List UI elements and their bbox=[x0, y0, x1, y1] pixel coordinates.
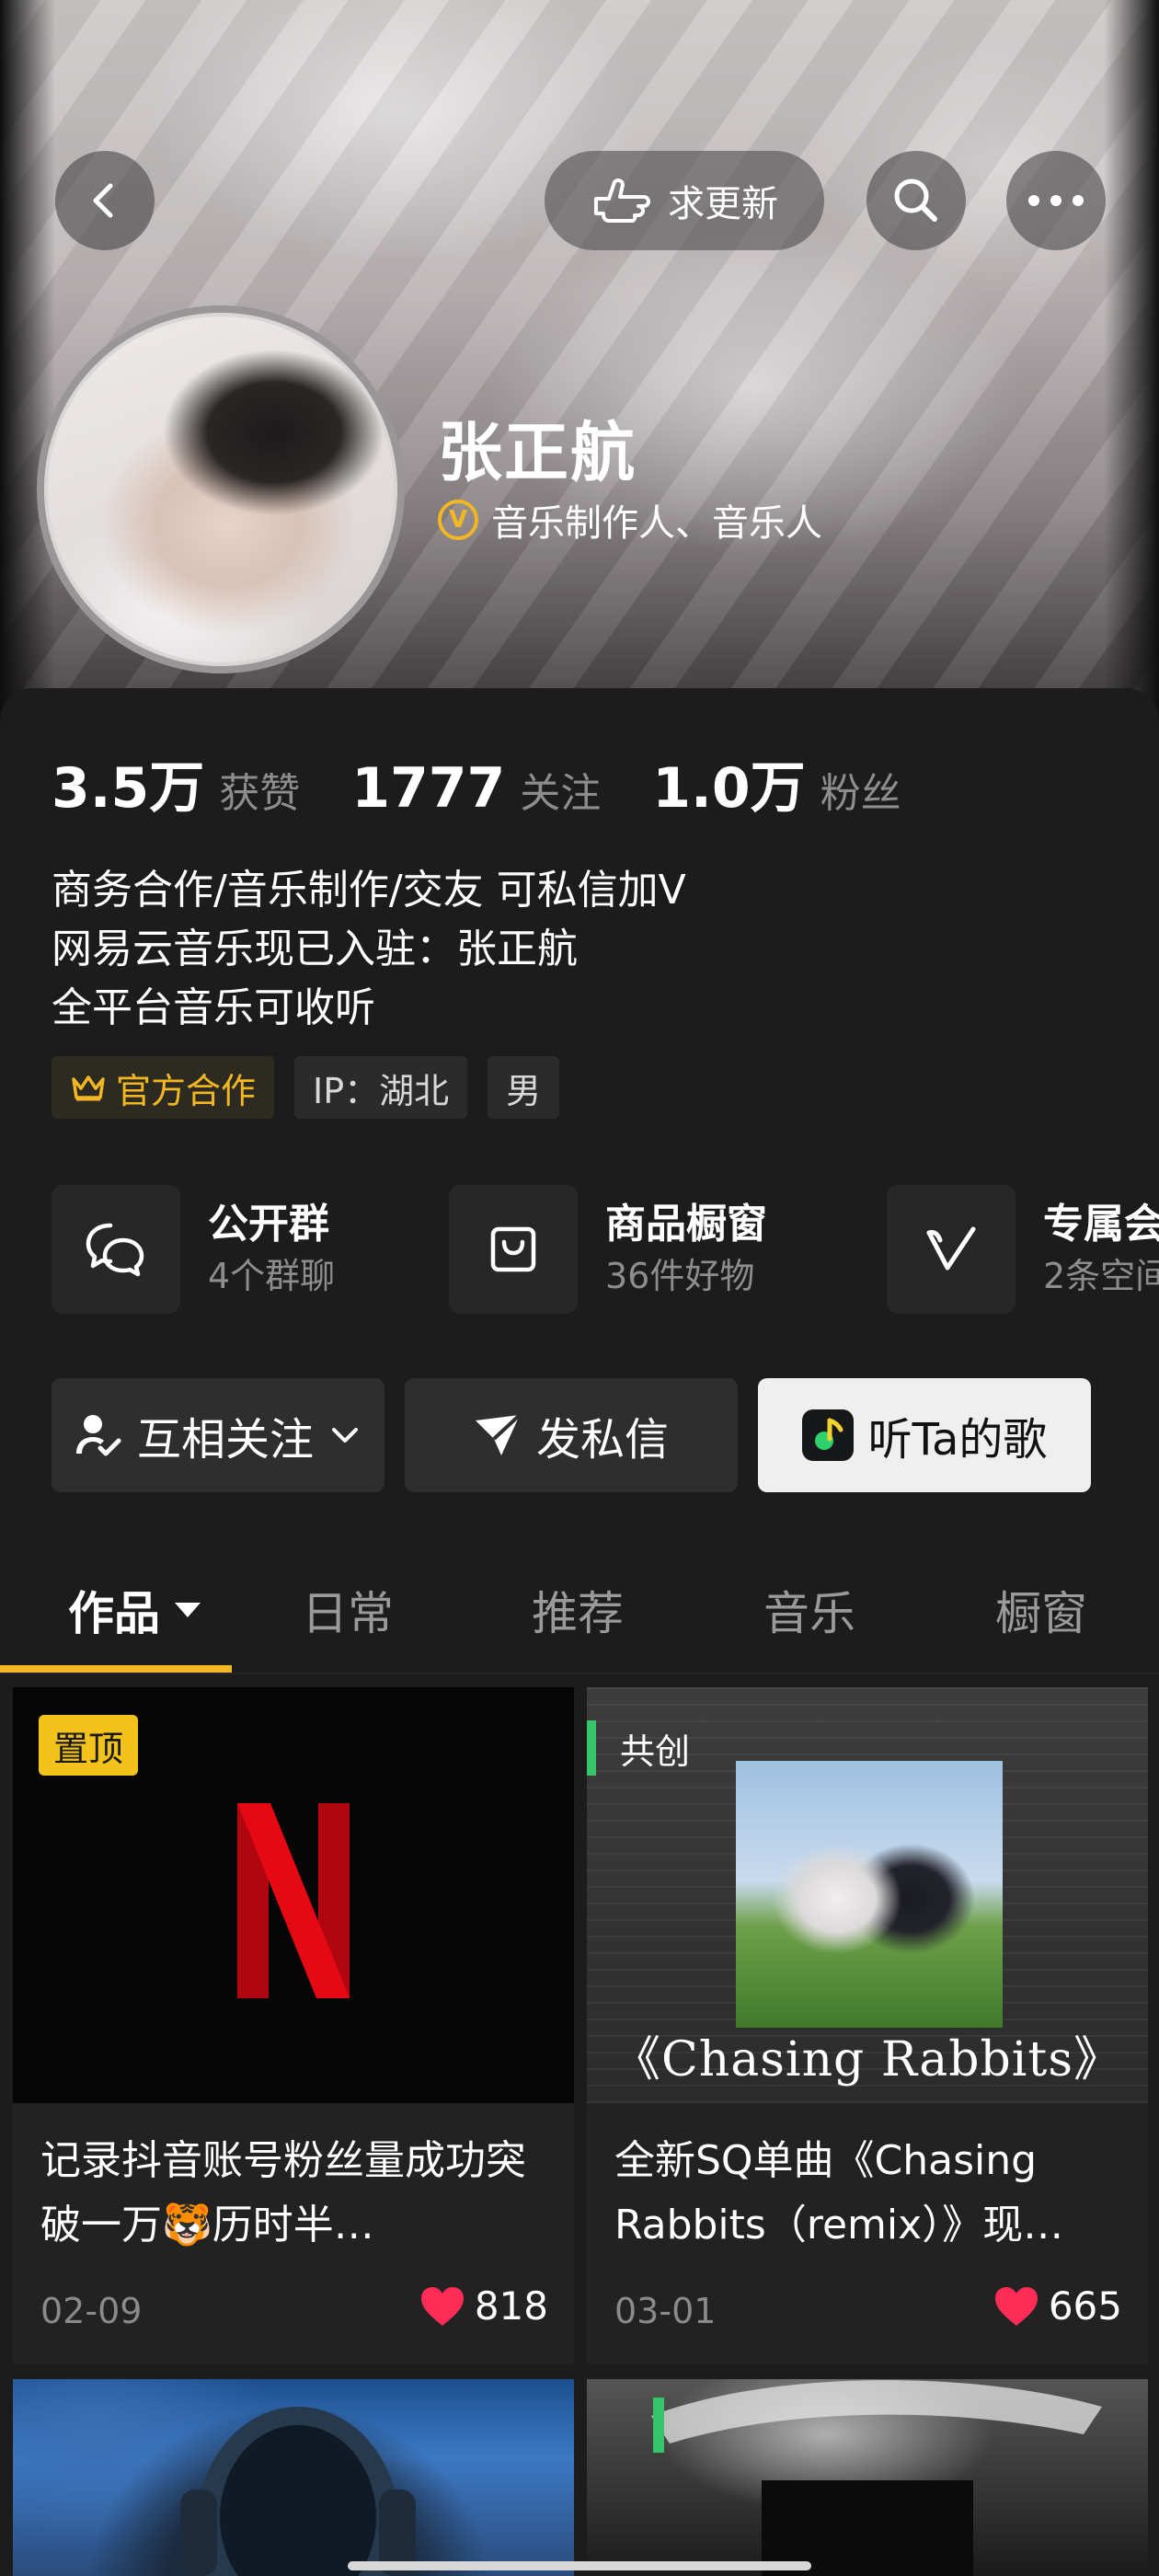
feature-subtitle: 36件好物 bbox=[605, 1256, 755, 1296]
pinned-badge: 置顶 bbox=[39, 1715, 139, 1776]
ip-location-tag: IP：湖北 bbox=[294, 1056, 468, 1119]
tab-shop-window[interactable]: 橱窗 bbox=[995, 1555, 1087, 1665]
followers-count[interactable]: 1.0万 bbox=[652, 743, 805, 823]
profile-page: 求更新 张正航 V 音乐制作人、音乐人 3.5万 获赞 1777 关注 1.0万… bbox=[0, 0, 1159, 2576]
video-card[interactable]: 置顶 记录抖音账号粉丝量成功突破一万🐯历时半… 02-09 818 bbox=[13, 1687, 574, 2364]
official-partner-label: 官方合作 bbox=[116, 1070, 257, 1111]
following-label[interactable]: 关注 bbox=[520, 760, 601, 819]
avatar[interactable] bbox=[37, 305, 405, 673]
tab-label: 推荐 bbox=[532, 1587, 624, 1640]
video-likes: 818 bbox=[419, 2283, 548, 2329]
album-art bbox=[736, 1761, 1003, 2028]
content-tabs: 作品 日常 推荐 音乐 橱窗 bbox=[0, 1555, 1159, 1674]
home-indicator[interactable] bbox=[348, 2561, 811, 2570]
cover-art-icon bbox=[651, 2380, 1102, 2576]
listen-songs-label: 听Ta的歌 bbox=[867, 1414, 1048, 1466]
pointing-hand-icon bbox=[594, 178, 650, 223]
verification-row: V 音乐制作人、音乐人 bbox=[438, 493, 822, 546]
back-button[interactable] bbox=[55, 151, 155, 250]
feature-title: 公开群 bbox=[208, 1201, 329, 1248]
likes-count: 818 bbox=[474, 2283, 548, 2329]
send-message-label: 发私信 bbox=[535, 1414, 669, 1466]
action-row: 互相关注 发私信 听Ta的歌 bbox=[52, 1378, 1091, 1492]
search-icon bbox=[894, 178, 937, 222]
feature-title: 商品橱窗 bbox=[605, 1201, 767, 1248]
bio-line: 网易云音乐现已入驻：张正航 bbox=[52, 926, 578, 972]
music-app-icon bbox=[801, 1409, 854, 1461]
video-card[interactable] bbox=[13, 2379, 574, 2576]
tab-label: 橱窗 bbox=[995, 1587, 1087, 1640]
video-title: 全新SQ单曲《Chasing Rabbits（remix）》现… bbox=[614, 2137, 1064, 2248]
profile-name: 张正航 bbox=[438, 415, 637, 490]
tab-daily[interactable]: 日常 bbox=[302, 1555, 394, 1665]
feature-public-group[interactable]: 公开群 4个群聊 bbox=[52, 1185, 335, 1314]
feature-subtitle: 4个群聊 bbox=[208, 1256, 336, 1296]
request-update-button[interactable]: 求更新 bbox=[545, 151, 824, 250]
feature-exclusive[interactable]: 专属会 2条空间 bbox=[887, 1185, 1159, 1314]
bio: 商务合作/音乐制作/交友 可私信加V 网易云音乐现已入驻：张正航 全平台音乐可收… bbox=[52, 861, 686, 1038]
verified-badge-icon: V bbox=[438, 500, 478, 540]
stats-row: 3.5万 获赞 1777 关注 1.0万 粉丝 bbox=[52, 743, 953, 823]
shopping-bag-icon bbox=[449, 1185, 578, 1314]
more-button[interactable] bbox=[1006, 151, 1106, 250]
caret-down-icon bbox=[175, 1603, 201, 1617]
feature-title: 专属会 bbox=[1043, 1201, 1159, 1248]
likes-count: 3.5万 bbox=[52, 756, 205, 821]
chevron-left-icon bbox=[93, 183, 113, 218]
video-card[interactable] bbox=[587, 2379, 1148, 2576]
feature-subtitle: 2条空间 bbox=[1043, 1256, 1159, 1296]
request-update-label: 求更新 bbox=[668, 183, 778, 225]
tabs-divider bbox=[0, 1673, 1159, 1674]
heart-icon bbox=[420, 2286, 464, 2326]
tab-works[interactable]: 作品 bbox=[68, 1555, 204, 1665]
tab-label: 作品 bbox=[68, 1587, 160, 1640]
gender-label: 男 bbox=[506, 1070, 542, 1111]
following-count[interactable]: 1777 bbox=[351, 756, 505, 821]
crown-icon bbox=[72, 1075, 105, 1101]
user-check-icon bbox=[75, 1415, 121, 1456]
video-card[interactable]: 共创 《Chasing Rabbits》 全新SQ单曲《Chasing Rabb… bbox=[587, 1687, 1148, 2364]
likes-count: 665 bbox=[1048, 2283, 1122, 2329]
video-thumbnail: 置顶 bbox=[13, 1687, 574, 2103]
mutual-follow-button[interactable]: 互相关注 bbox=[52, 1378, 384, 1492]
gender-tag: 男 bbox=[488, 1056, 560, 1119]
video-date: 03-01 bbox=[614, 2291, 717, 2331]
netflix-logo-icon bbox=[237, 1803, 350, 1998]
tab-recommend[interactable]: 推荐 bbox=[532, 1555, 624, 1665]
tab-label: 日常 bbox=[302, 1587, 394, 1640]
send-message-button[interactable]: 发私信 bbox=[405, 1378, 738, 1492]
official-partner-tag[interactable]: 官方合作 bbox=[52, 1056, 275, 1119]
tab-label: 音乐 bbox=[763, 1587, 855, 1640]
more-dots-icon bbox=[1028, 195, 1084, 206]
listen-songs-button[interactable]: 听Ta的歌 bbox=[758, 1378, 1091, 1492]
video-likes: 665 bbox=[993, 2283, 1122, 2329]
video-date: 02-09 bbox=[40, 2291, 143, 2331]
verification-text: 音乐制作人、音乐人 bbox=[491, 502, 822, 545]
astronaut-helmet-icon bbox=[180, 2407, 416, 2576]
video-thumbnail: 共创 《Chasing Rabbits》 bbox=[587, 1687, 1148, 2103]
chevron-down-icon bbox=[332, 1428, 358, 1443]
bio-line: 全平台音乐可收听 bbox=[52, 984, 375, 1031]
video-title: 记录抖音账号粉丝量成功突破一万🐯历时半… bbox=[40, 2137, 526, 2248]
collab-badge: 共创 bbox=[587, 1720, 705, 1776]
heart-icon bbox=[994, 2286, 1038, 2326]
followers-label[interactable]: 粉丝 bbox=[820, 760, 901, 819]
tag-row: 官方合作 IP：湖北 男 bbox=[52, 1056, 560, 1119]
bio-line: 商务合作/音乐制作/交友 可私信加V bbox=[52, 867, 686, 914]
thumbnail-title: 《Chasing Rabbits》 bbox=[612, 2032, 1123, 2087]
likes-label: 获赞 bbox=[219, 770, 301, 817]
paper-plane-icon bbox=[475, 1413, 522, 1455]
mutual-follow-label: 互相关注 bbox=[136, 1414, 314, 1466]
search-button[interactable] bbox=[866, 151, 966, 250]
feature-shop-window[interactable]: 商品橱窗 36件好物 bbox=[449, 1185, 767, 1314]
active-tab-indicator bbox=[0, 1665, 232, 1673]
chat-group-icon bbox=[52, 1185, 180, 1314]
feature-row: 公开群 4个群聊 商品橱窗 36件好物 专属会 2条空间 bbox=[52, 1185, 1159, 1314]
ip-location-label: IP：湖北 bbox=[313, 1070, 450, 1111]
banner-edge bbox=[1104, 0, 1159, 727]
v-badge-icon bbox=[887, 1185, 1016, 1314]
tab-music[interactable]: 音乐 bbox=[763, 1555, 855, 1665]
